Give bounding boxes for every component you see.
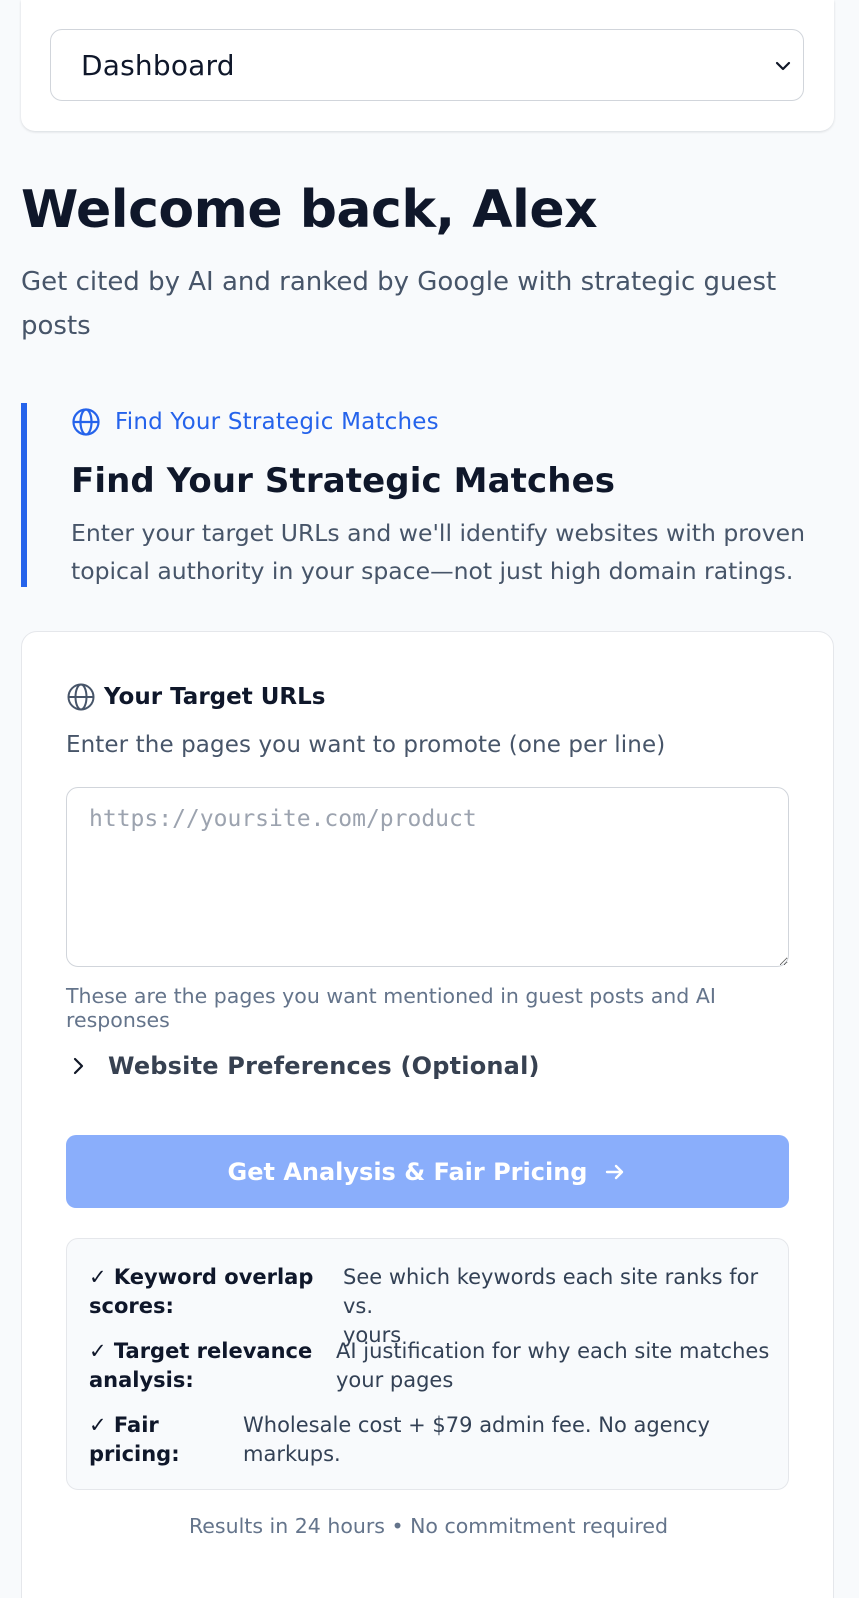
website-preferences-label: Website Preferences (Optional) xyxy=(108,1052,540,1080)
dashboard-select[interactable]: Dashboard xyxy=(50,29,804,101)
benefit-term-line: ✓ Fair xyxy=(89,1413,159,1437)
benefit-term: ✓ Fair pricing: xyxy=(89,1411,180,1469)
benefit-term-line: ✓ Target relevance xyxy=(89,1339,313,1363)
benefit-term-line: pricing: xyxy=(89,1442,180,1466)
footnote: Results in 24 hours • No commitment requ… xyxy=(188,1514,668,1538)
callout-title: Find Your Strategic Matches xyxy=(71,461,616,501)
target-urls-form: Your Target URLs Enter the pages you wan… xyxy=(21,631,834,1598)
target-urls-label-text: Your Target URLs xyxy=(104,684,326,710)
nav-card: Dashboard xyxy=(21,0,834,131)
page-subtitle: Get cited by AI and ranked by Google wit… xyxy=(21,267,777,341)
benefit-term: ✓ Target relevance analysis: xyxy=(89,1337,312,1395)
chevron-down-icon xyxy=(775,61,791,71)
strategic-matches-callout: Find Your Strategic Matches Find Your St… xyxy=(21,403,821,587)
benefit-term-line: scores: xyxy=(89,1294,174,1318)
benefit-description-line: AI justification for why each site match… xyxy=(336,1339,770,1363)
page-title: Welcome back, Alex xyxy=(21,180,598,240)
benefits-box: ✓ Keyword overlap scores: See which keyw… xyxy=(66,1238,789,1490)
target-urls-help: Enter the pages you want to promote (one… xyxy=(66,732,666,758)
benefit-description-line: your pages xyxy=(336,1368,454,1392)
globe-icon xyxy=(67,683,95,711)
benefit-description-line: Wholesale cost + $79 admin fee. No agenc… xyxy=(243,1413,710,1437)
target-urls-input[interactable] xyxy=(66,787,789,967)
benefit-description: AI justification for why each site match… xyxy=(336,1337,769,1395)
callout-eyebrow-text: Find Your Strategic Matches xyxy=(115,409,439,435)
benefit-description: Wholesale cost + $79 admin fee. No agenc… xyxy=(243,1411,710,1469)
website-preferences-toggle[interactable]: Website Preferences (Optional) xyxy=(66,1052,540,1080)
callout-eyebrow: Find Your Strategic Matches xyxy=(71,407,439,437)
chevron-right-icon xyxy=(73,1057,84,1075)
get-analysis-label: Get Analysis & Fair Pricing xyxy=(227,1157,588,1186)
benefit-description-line: markups. xyxy=(243,1442,341,1466)
callout-description: Enter your target URLs and we'll identif… xyxy=(71,519,806,585)
get-analysis-button[interactable]: Get Analysis & Fair Pricing xyxy=(66,1135,789,1208)
benefit-description-line: See which keywords each site ranks for v… xyxy=(343,1265,759,1318)
select-value: Dashboard xyxy=(81,48,235,82)
target-urls-hint: These are the pages you want mentioned i… xyxy=(66,984,716,1032)
target-urls-label: Your Target URLs xyxy=(66,682,325,712)
benefit-term: ✓ Keyword overlap scores: xyxy=(89,1263,313,1321)
globe-icon xyxy=(72,408,100,436)
arrow-right-icon xyxy=(606,1164,624,1179)
benefit-term-line: ✓ Keyword overlap xyxy=(89,1265,314,1289)
benefit-term-line: analysis: xyxy=(89,1368,194,1392)
